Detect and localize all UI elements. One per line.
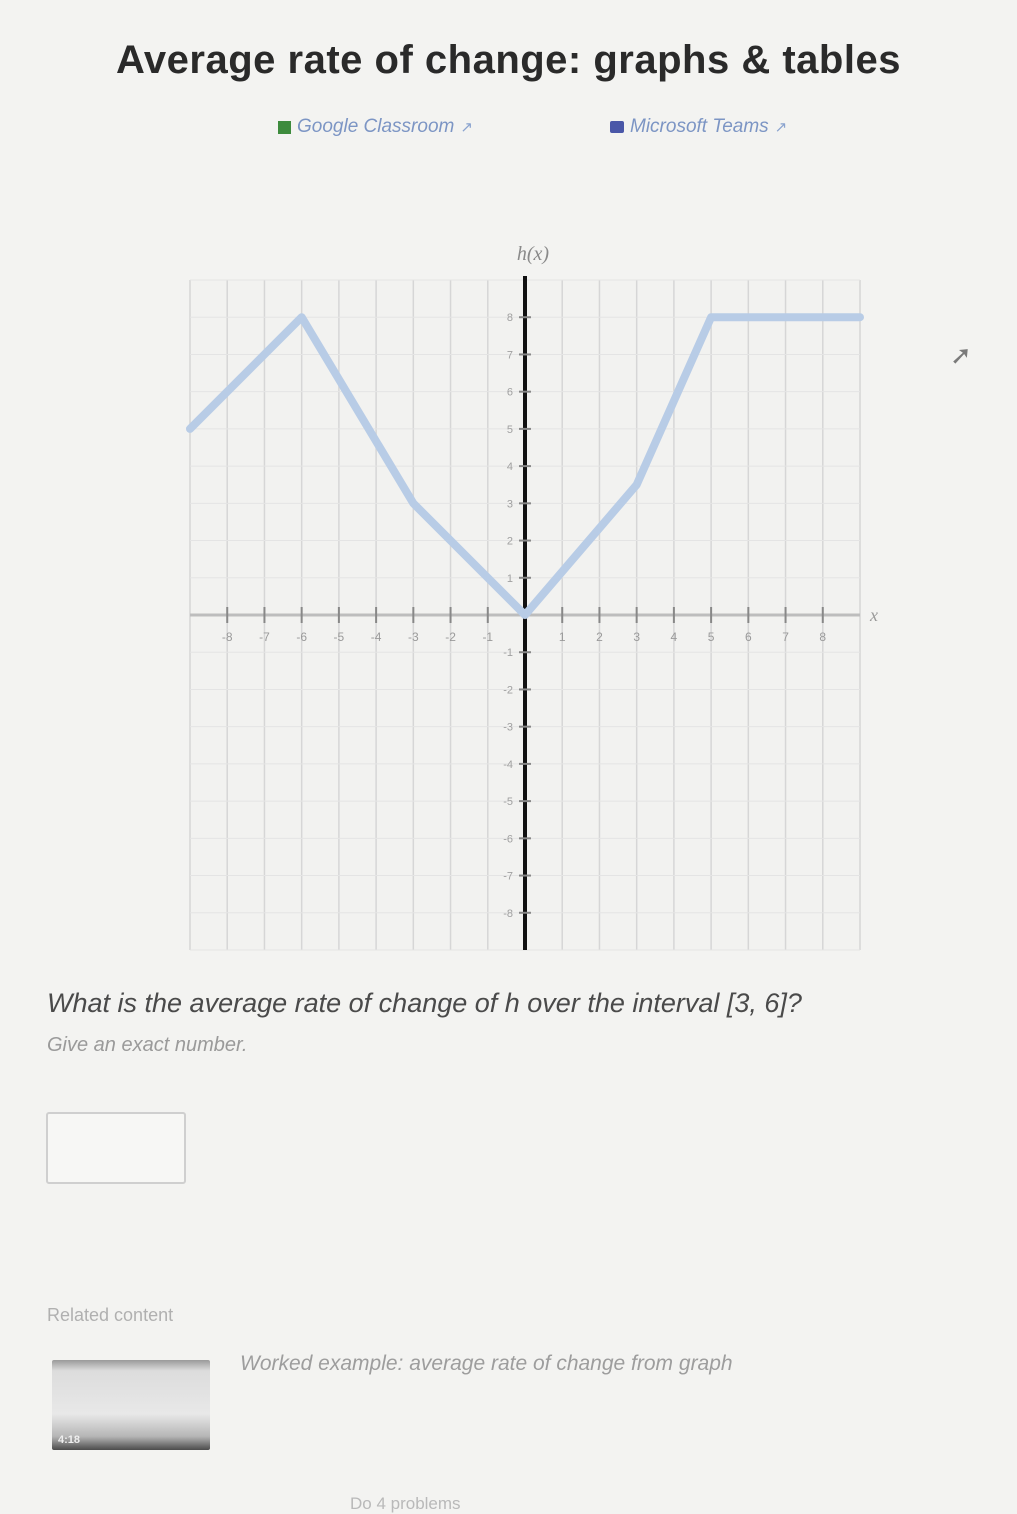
x-tick-label: -7 xyxy=(259,630,270,644)
x-tick-label: -3 xyxy=(408,630,419,644)
share-row: Google Classroom ↗ Microsoft Teams ↗ xyxy=(0,116,1017,146)
x-tick-label: 5 xyxy=(708,630,715,644)
y-tick-label: 7 xyxy=(507,349,513,361)
related-content-heading: Related content xyxy=(47,1305,174,1325)
y-tick-label: -6 xyxy=(503,833,513,845)
microsoft-teams-link[interactable]: Microsoft Teams ↗ xyxy=(610,116,787,138)
footer-progress-text: Do 4 problems xyxy=(350,1494,461,1513)
y-tick-label: 4 xyxy=(507,461,513,473)
x-tick-label: 2 xyxy=(596,630,603,644)
y-tick-label: 1 xyxy=(507,573,513,585)
x-tick-label: -5 xyxy=(334,630,345,644)
y-tick-label: 5 xyxy=(507,424,513,436)
x-axis-label: x xyxy=(869,605,878,625)
y-tick-label: -8 xyxy=(503,908,513,920)
y-tick-label: -5 xyxy=(503,796,513,808)
microsoft-teams-label: Microsoft Teams xyxy=(630,116,769,137)
y-tick-label: 3 xyxy=(507,498,513,510)
x-tick-label: 7 xyxy=(782,630,789,644)
google-classroom-label: Google Classroom xyxy=(297,116,455,137)
mouse-cursor-icon: ➚ xyxy=(950,340,972,370)
y-tick-label: 8 xyxy=(507,312,513,324)
google-classroom-link[interactable]: Google Classroom ↗ xyxy=(278,116,473,138)
x-tick-label: 1 xyxy=(559,630,566,644)
x-tick-label: 8 xyxy=(819,630,826,644)
x-tick-label: -8 xyxy=(222,630,233,644)
external-link-icon: ↗ xyxy=(460,119,473,136)
graph: -8 -7 -6 -5 -4 -3 -2 -1 1 2 3 4 5 6 7 8 -8 -7 -6 -5 -4 -3 -2 -1… xyxy=(180,225,880,965)
microsoft-teams-icon xyxy=(610,121,624,133)
y-tick-label: -4 xyxy=(503,759,513,771)
x-tick-label: 4 xyxy=(671,630,678,644)
x-tick-label: -2 xyxy=(445,630,456,644)
y-tick-label: 2 xyxy=(507,536,513,548)
x-tick-label: -4 xyxy=(371,630,382,644)
video-title-link[interactable]: Worked example: average rate of change f… xyxy=(240,1352,733,1376)
y-tick-label: -3 xyxy=(503,722,513,734)
video-thumbnail[interactable]: 4:18 xyxy=(52,1360,210,1450)
external-link-icon: ↗ xyxy=(774,119,788,136)
y-tick-label: -1 xyxy=(503,647,513,659)
y-tick-label: 6 xyxy=(507,387,513,399)
video-duration: 4:18 xyxy=(58,1434,81,1446)
answer-input[interactable] xyxy=(46,1112,186,1184)
graph-svg: -8 -7 -6 -5 -4 -3 -2 -1 1 2 3 4 5 6 7 8 -8 -7 -6 -5 -4 -3 -2 -1… xyxy=(186,243,878,951)
x-tick-label: -6 xyxy=(296,630,307,644)
x-tick-label: -1 xyxy=(482,630,493,644)
x-tick-label: 3 xyxy=(633,630,640,644)
page-title: Average rate of change: graphs & tables xyxy=(116,38,901,82)
x-tick-label: 6 xyxy=(745,630,752,644)
y-axis-label: h(x) xyxy=(517,243,550,265)
question-text: What is the average rate of change of h … xyxy=(47,988,802,1018)
question-hint: Give an exact number. xyxy=(47,1034,248,1056)
google-classroom-icon xyxy=(278,120,291,134)
y-tick-label: -7 xyxy=(503,871,513,883)
y-tick-label: -2 xyxy=(503,684,513,696)
